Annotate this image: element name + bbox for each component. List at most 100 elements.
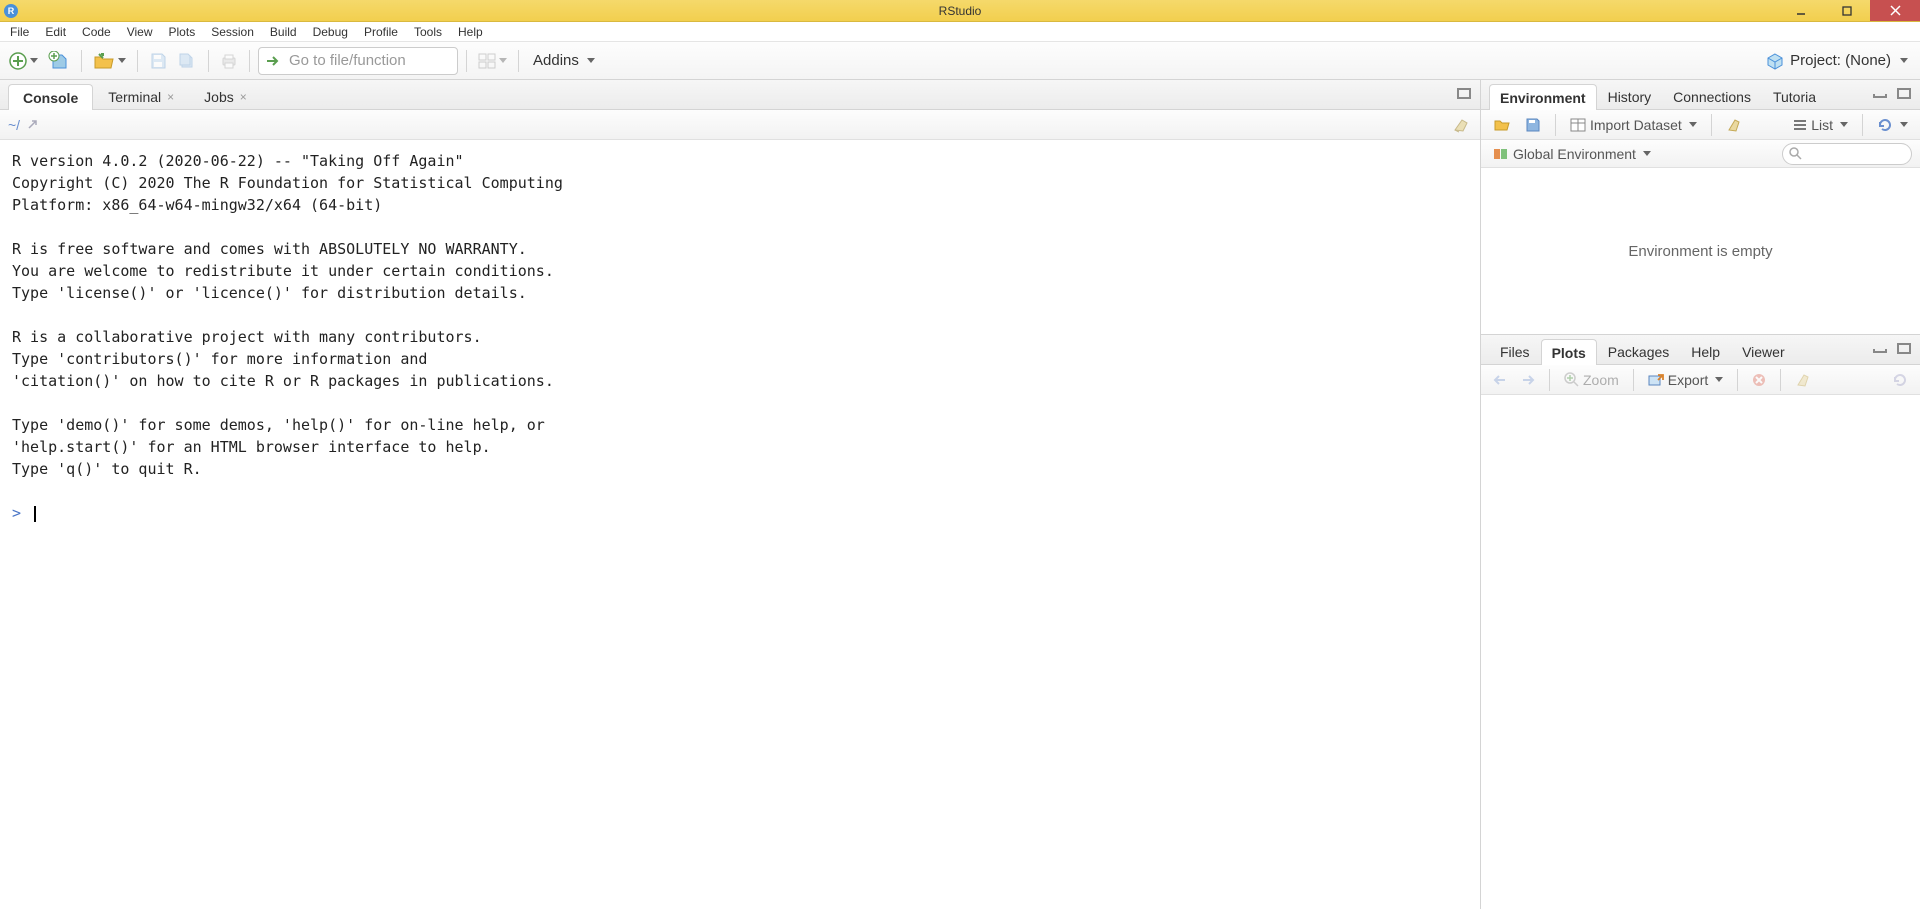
grid-icon xyxy=(478,53,496,69)
toolbar-divider xyxy=(1780,369,1781,391)
pane-maximize-button[interactable] xyxy=(1894,339,1914,357)
toolbar-divider xyxy=(1549,369,1550,391)
close-icon[interactable]: × xyxy=(240,90,247,104)
plot-next-button[interactable] xyxy=(1517,368,1539,392)
environment-body: Environment is empty xyxy=(1481,168,1920,334)
new-file-button[interactable] xyxy=(6,48,41,74)
plots-pane-tabs: Files Plots Packages Help Viewer xyxy=(1481,335,1920,365)
window-title: RStudio xyxy=(939,4,982,18)
tab-viewer[interactable]: Viewer xyxy=(1731,338,1796,364)
goto-file-function-input[interactable]: Go to file/function xyxy=(258,47,458,75)
toolbar-divider xyxy=(208,50,209,72)
folder-open-icon xyxy=(1493,117,1511,132)
console-output[interactable]: R version 4.0.2 (2020-06-22) -- "Taking … xyxy=(0,140,1480,909)
menubar: FileEditCodeViewPlotsSessionBuildDebugPr… xyxy=(0,22,1920,42)
remove-icon xyxy=(1752,373,1766,387)
tab-label: Help xyxy=(1691,344,1720,360)
close-icon[interactable]: × xyxy=(167,90,174,104)
toolbar-divider xyxy=(518,50,519,72)
print-button[interactable] xyxy=(217,48,241,74)
grid-button[interactable] xyxy=(475,48,510,74)
tab-packages[interactable]: Packages xyxy=(1597,338,1680,364)
goto-placeholder: Go to file/function xyxy=(289,52,406,69)
menu-view[interactable]: View xyxy=(119,23,161,41)
plot-refresh-button[interactable] xyxy=(1888,368,1912,392)
import-dataset-button[interactable]: Import Dataset xyxy=(1566,113,1701,137)
tab-label: Environment xyxy=(1500,90,1586,106)
tab-label: Packages xyxy=(1608,344,1669,360)
menu-tools[interactable]: Tools xyxy=(406,23,450,41)
pane-maximize-button[interactable] xyxy=(1454,84,1474,102)
menu-profile[interactable]: Profile xyxy=(356,23,406,41)
view-mode-button[interactable]: List xyxy=(1789,113,1852,137)
save-button[interactable] xyxy=(146,48,170,74)
refresh-icon xyxy=(1892,372,1908,388)
search-icon xyxy=(1789,147,1802,160)
save-workspace-button[interactable] xyxy=(1521,113,1545,137)
tab-environment[interactable]: Environment xyxy=(1489,84,1597,110)
addins-menu[interactable]: Addins xyxy=(527,52,601,69)
pane-minimize-button[interactable] xyxy=(1870,339,1890,357)
tab-terminal[interactable]: Terminal × xyxy=(93,83,189,109)
window-maximize-button[interactable] xyxy=(1824,0,1870,21)
window-close-button[interactable] xyxy=(1870,0,1920,21)
toolbar-divider xyxy=(466,50,467,72)
environment-search-input[interactable] xyxy=(1782,143,1912,165)
plot-remove-button[interactable] xyxy=(1748,368,1770,392)
clear-environment-button[interactable] xyxy=(1722,113,1748,137)
plot-prev-button[interactable] xyxy=(1489,368,1511,392)
tab-plots[interactable]: Plots xyxy=(1541,339,1597,365)
chevron-down-icon xyxy=(1643,151,1651,156)
tab-label: Files xyxy=(1500,344,1530,360)
menu-edit[interactable]: Edit xyxy=(37,23,74,41)
environment-empty-text: Environment is empty xyxy=(1628,243,1772,260)
view-mode-label: List xyxy=(1811,117,1833,133)
refresh-environment-button[interactable] xyxy=(1873,113,1912,137)
environment-scope-toolbar: Global Environment xyxy=(1481,140,1920,168)
broom-icon xyxy=(1726,117,1744,133)
toolbar-divider xyxy=(249,50,250,72)
open-file-button[interactable] xyxy=(90,48,129,74)
tab-help[interactable]: Help xyxy=(1680,338,1731,364)
save-all-button[interactable] xyxy=(174,48,200,74)
tab-files[interactable]: Files xyxy=(1489,338,1541,364)
app-icon: R xyxy=(4,4,18,18)
plot-clear-all-button[interactable] xyxy=(1791,368,1817,392)
working-directory[interactable]: ~/ xyxy=(8,117,20,133)
print-icon xyxy=(220,53,238,69)
menu-session[interactable]: Session xyxy=(203,23,262,41)
plot-zoom-button[interactable]: Zoom xyxy=(1560,368,1623,392)
tab-label: Terminal xyxy=(108,89,161,105)
menu-help[interactable]: Help xyxy=(450,23,491,41)
tab-jobs[interactable]: Jobs× xyxy=(189,83,262,109)
tab-console[interactable]: Console xyxy=(8,84,93,110)
tab-tutoria[interactable]: Tutoria xyxy=(1762,83,1827,109)
environment-scope-button[interactable]: Global Environment xyxy=(1489,142,1655,166)
toolbar-divider xyxy=(1862,114,1863,136)
load-workspace-button[interactable] xyxy=(1489,113,1515,137)
tab-history[interactable]: History xyxy=(1597,83,1663,109)
plot-export-button[interactable]: Export xyxy=(1644,368,1727,392)
menu-plots[interactable]: Plots xyxy=(161,23,204,41)
console-pane-tabs: ConsoleTerminal×Jobs× xyxy=(0,80,1480,110)
plot-export-label: Export xyxy=(1668,372,1708,388)
cube-plus-icon xyxy=(48,51,70,71)
arrow-right-icon xyxy=(265,54,289,68)
pane-minimize-button[interactable] xyxy=(1870,84,1890,102)
console-text: R version 4.0.2 (2020-06-22) -- "Taking … xyxy=(12,152,563,478)
save-icon xyxy=(1525,117,1541,133)
window-minimize-button[interactable] xyxy=(1778,0,1824,21)
menu-file[interactable]: File xyxy=(2,23,37,41)
environment-scope-label: Global Environment xyxy=(1513,146,1636,162)
toolbar-divider xyxy=(1737,369,1738,391)
pane-maximize-button[interactable] xyxy=(1894,84,1914,102)
new-project-button[interactable] xyxy=(45,48,73,74)
menu-code[interactable]: Code xyxy=(74,23,119,41)
clear-console-icon[interactable] xyxy=(1452,116,1472,134)
popup-arrow-icon[interactable] xyxy=(26,119,40,131)
project-menu[interactable]: Project: (None) xyxy=(1760,52,1914,70)
tab-connections[interactable]: Connections xyxy=(1662,83,1762,109)
table-import-icon xyxy=(1570,118,1586,132)
menu-debug[interactable]: Debug xyxy=(305,23,356,41)
menu-build[interactable]: Build xyxy=(262,23,305,41)
